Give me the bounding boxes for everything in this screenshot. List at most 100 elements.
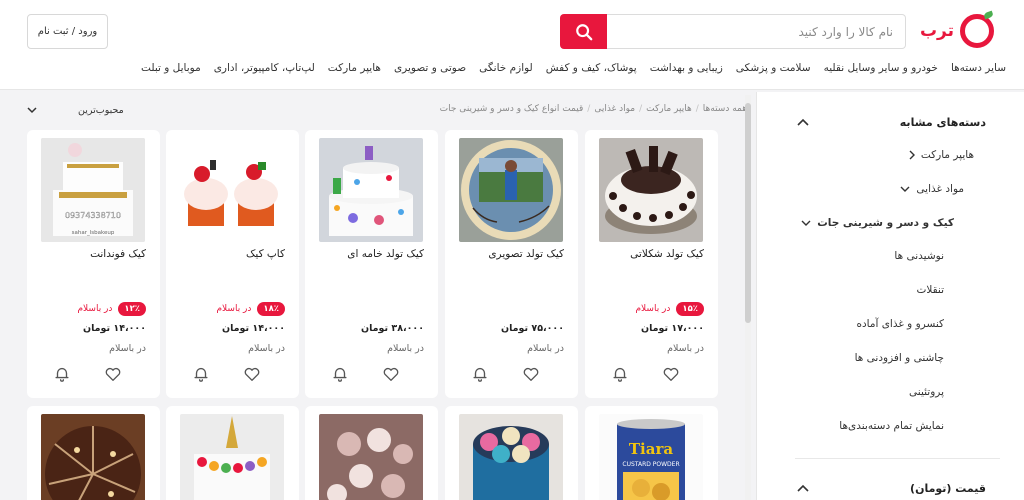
card-actions [27,365,160,387]
sidebar-item-show-all[interactable]: نمایش تمام دسته‌بندی‌ها [839,420,944,432]
nav-item-audio-video[interactable]: صوتی و تصویری [394,62,466,74]
product-card[interactable]: Tiara CUSTARD POWDER [585,406,718,500]
sort-dropdown[interactable]: محبوب‌ترین [27,105,124,116]
product-image[interactable]: Tiara CUSTARD POWDER [599,414,703,500]
scrollbar-thumb[interactable] [745,103,751,323]
product-listing: همه دسته‌ها/هایپر مارکت/مواد غذایی/قیمت … [27,92,747,500]
image-watermark-text: sahar_lsbakeup [72,230,115,236]
nav-item-other[interactable]: سایر دسته‌ها [951,62,1006,74]
login-label: ورود / ثبت نام [37,26,98,37]
product-card[interactable]: کاپ کیک ۱۸٪ در باسلام ۱۴،۰۰۰ تومان در با… [166,130,299,398]
product-price: ۳۸،۰۰۰ تومان [361,323,424,334]
shop-name: در باسلام [248,343,285,354]
product-name[interactable]: کیک تولد خامه ای [347,248,424,260]
discount-row: ۱۲٪ در باسلام [77,302,146,316]
sidebar-item-drinks[interactable]: نوشیدنی ها [894,250,944,262]
sidebar-item-cake[interactable]: کیک و دسر و شیرینی جات [801,217,954,229]
divider [795,458,1000,459]
sidebar-item-snacks[interactable]: تنقلات [916,284,944,296]
breadcrumb-item[interactable]: هایپر مارکت [646,104,692,114]
similar-categories-title[interactable]: دسته‌های مشابه [900,116,986,129]
scrollbar[interactable] [745,95,751,500]
breadcrumb-item[interactable]: همه دسته‌ها [703,104,747,114]
discount-badge: ۱۲٪ [118,302,146,316]
chevron-down-icon [801,220,811,226]
search-input[interactable] [607,14,906,49]
nav-item-hypermarket[interactable]: هایپر مارکت [328,62,381,74]
breadcrumb-item: قیمت انواع کیک و دسر و شیرینی جات [439,104,584,114]
heart-icon[interactable] [522,365,540,383]
image-brand-text: Tiara [629,440,673,458]
bell-icon[interactable] [611,365,629,383]
bell-icon[interactable] [471,365,489,383]
logo-text: ترب [919,21,954,41]
nav-item-health[interactable]: سلامت و پزشکی [736,62,811,74]
nav-item-mobile[interactable]: موبایل و تبلت [141,62,201,74]
product-card[interactable]: 09374338710 sahar_lsbakeup کیک فوندانت ۱… [27,130,160,398]
bell-icon[interactable] [192,365,210,383]
breadcrumb-item[interactable]: مواد غذایی [594,104,635,114]
product-name[interactable]: کیک تولد شکلاتی [630,248,704,260]
product-image[interactable] [319,138,423,242]
heart-icon[interactable] [382,365,400,383]
discount-shop: در باسلام [77,304,113,314]
sidebar-item-label: مواد غذایی [916,183,964,195]
product-image[interactable] [41,414,145,500]
product-grid: کیک تولد شکلاتی ۱۵٪ در باسلام ۱۷،۰۰۰ توم… [27,130,746,500]
shop-name: در باسلام [387,343,424,354]
sidebar-item-food[interactable]: مواد غذایی [900,183,964,195]
sort-label: محبوب‌ترین [78,105,124,116]
search-button[interactable] [560,14,607,49]
login-button[interactable]: ورود / ثبت نام [27,14,108,49]
nav-item-home-appliances[interactable]: لوازم خانگی [479,62,533,74]
nav-item-clothing[interactable]: پوشاک، کیف و کفش [546,62,637,74]
heart-icon[interactable] [662,365,680,383]
breadcrumb: همه دسته‌ها/هایپر مارکت/مواد غذایی/قیمت … [439,104,747,114]
discount-row: ۱۵٪ در باسلام [635,302,704,316]
product-image[interactable] [459,138,563,242]
heart-icon[interactable] [104,365,122,383]
product-card[interactable] [166,406,299,500]
product-card[interactable] [305,406,438,500]
nav-item-vehicles[interactable]: خودرو و سایر وسایل نقلیه [824,62,938,74]
sidebar-item-protein[interactable]: پروتئینی [909,386,944,398]
product-name[interactable]: کاپ کیک [246,248,285,260]
card-actions [305,365,438,387]
product-card[interactable]: کیک تولد تصویری ۷۵،۰۰۰ تومان در باسلام [445,130,578,398]
product-image[interactable] [599,138,703,242]
logo[interactable]: ترب [920,14,994,48]
sidebar-item-spices[interactable]: چاشنی و افزودنی ها [855,352,944,364]
product-image[interactable] [180,414,284,500]
chevron-up-icon[interactable] [797,484,809,492]
sidebar-item-hypermarket[interactable]: هایپر مارکت [908,149,974,161]
card-actions [445,365,578,387]
category-nav: موبایل و تبلت لپ‌تاپ، کامپیوتر، اداری ها… [141,62,1006,74]
nav-item-beauty[interactable]: زیبایی و بهداشت [650,62,723,74]
product-name[interactable]: کیک فوندانت [90,248,146,260]
chevron-left-icon [909,150,915,160]
product-card[interactable]: کیک تولد خامه ای ۳۸،۰۰۰ تومان در باسلام [305,130,438,398]
product-image[interactable] [459,414,563,500]
product-image[interactable]: 09374338710 sahar_lsbakeup [41,138,145,242]
sidebar-item-label: پروتئینی [909,386,944,398]
bell-icon[interactable] [53,365,71,383]
sidebar-item-label: نوشیدنی ها [894,250,944,262]
sidebar-item-canned[interactable]: کنسرو و غذای آماده [856,318,944,330]
chevron-up-icon[interactable] [797,118,809,126]
nav-item-laptop[interactable]: لپ‌تاپ، کامپیوتر، اداری [214,62,315,74]
product-price: ۱۷،۰۰۰ تومان [641,323,704,334]
search-icon [575,23,592,40]
heart-icon[interactable] [243,365,261,383]
product-name[interactable]: کیک تولد تصویری [488,248,564,260]
image-phone-text: 09374338710 [65,211,121,220]
filter-sidebar: دسته‌های مشابه هایپر مارکت مواد غذایی کی… [756,92,1024,500]
product-card[interactable] [445,406,578,500]
sidebar-item-label: نمایش تمام دسته‌بندی‌ها [839,420,944,432]
card-actions [585,365,718,387]
product-image[interactable] [319,414,423,500]
product-image[interactable] [180,138,284,242]
bell-icon[interactable] [331,365,349,383]
price-filter-title[interactable]: قیمت (تومان) [910,482,986,495]
product-card[interactable]: کیک تولد شکلاتی ۱۵٪ در باسلام ۱۷،۰۰۰ توم… [585,130,718,398]
product-card[interactable] [27,406,160,500]
